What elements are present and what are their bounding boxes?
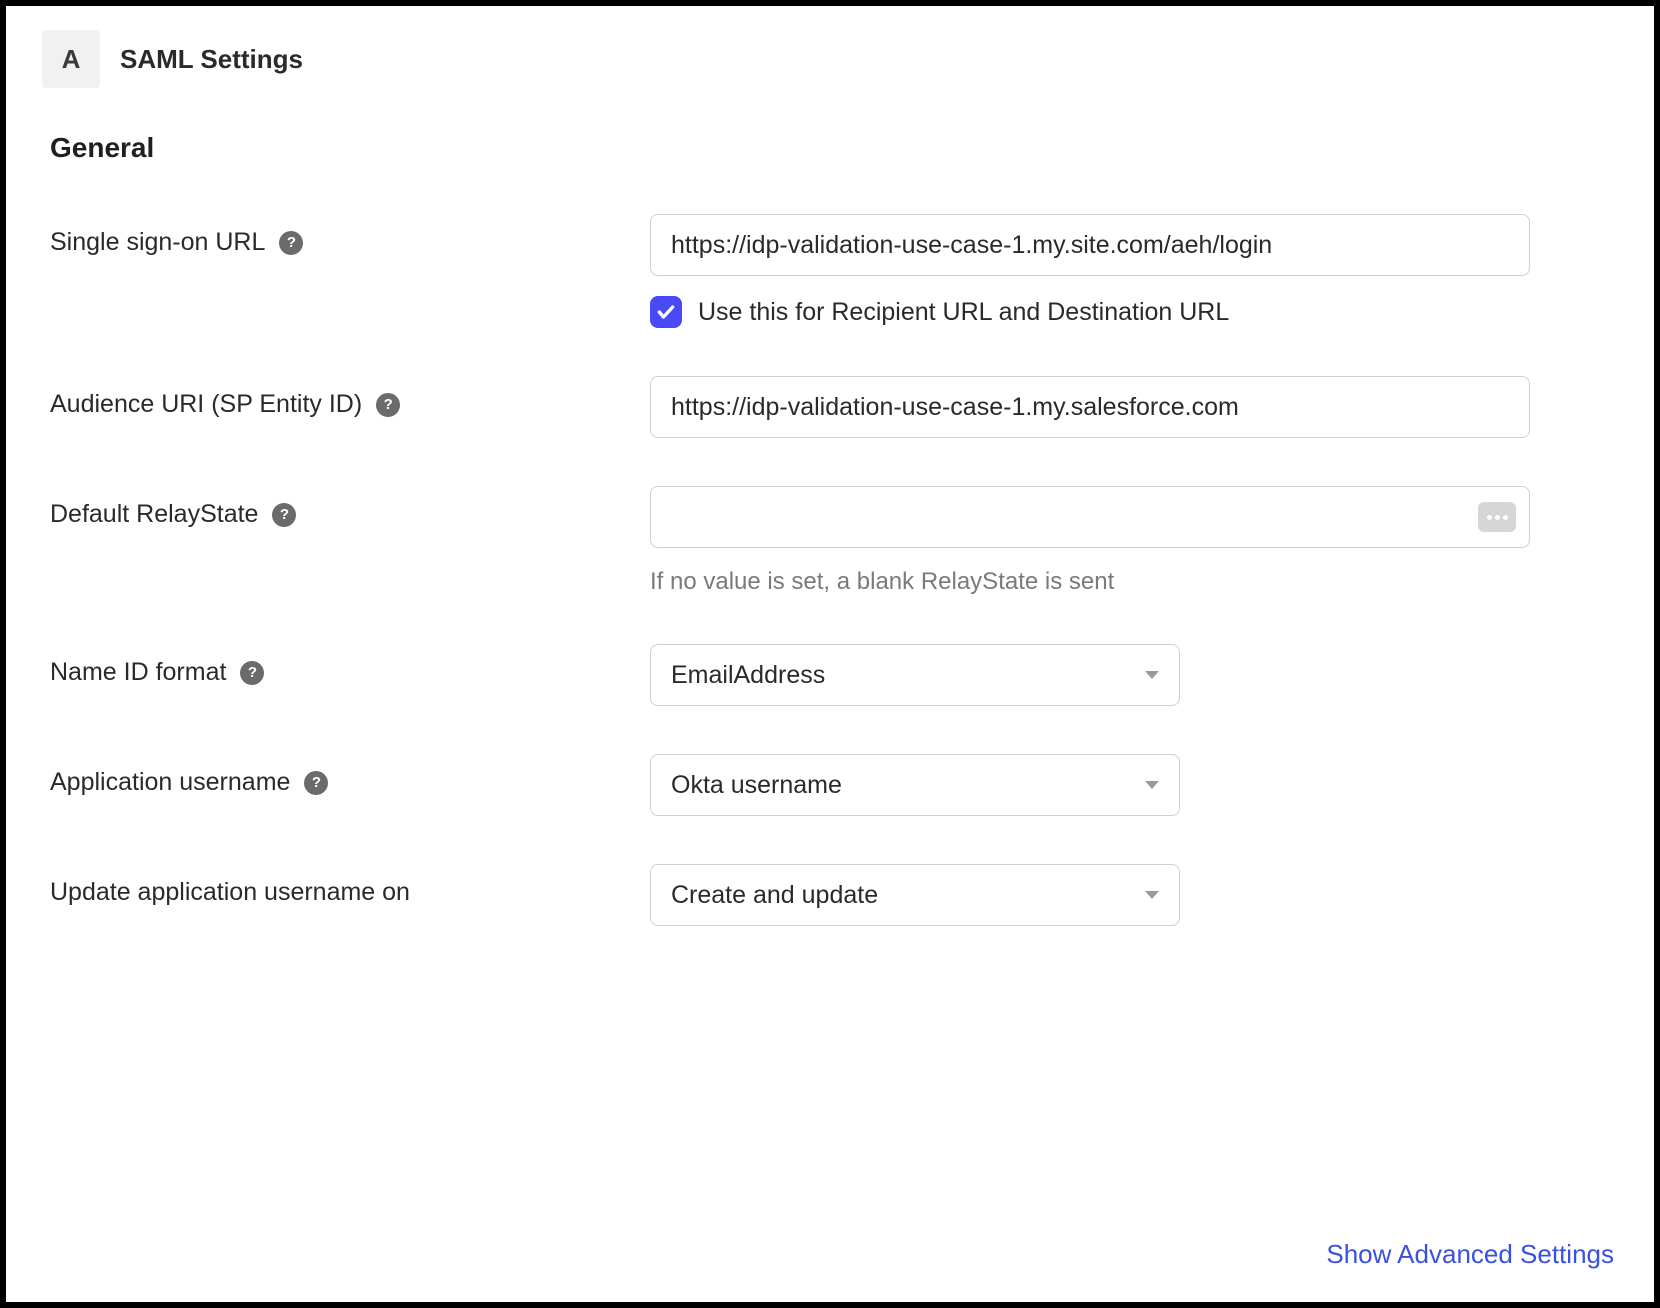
input-audience-uri[interactable] [650,376,1530,438]
label-relay-state: Default RelayState [50,500,258,529]
select-value: Create and update [671,881,878,910]
panel-header: A SAML Settings [42,30,1618,88]
help-icon[interactable]: ? [272,503,296,527]
row-relay-state: Default RelayState ? If no value is set,… [50,486,1618,596]
row-app-username: Application username ? Okta username [50,754,1618,816]
relay-state-more-button[interactable] [1478,502,1516,532]
help-icon[interactable]: ? [240,661,264,685]
label-name-id-format: Name ID format [50,658,226,687]
checkbox-label: Use this for Recipient URL and Destinati… [698,298,1229,327]
select-update-on[interactable]: Create and update [650,864,1180,926]
input-sso-url[interactable] [650,214,1530,276]
help-icon[interactable]: ? [279,231,303,255]
section-badge: A [42,30,100,88]
section-heading-general: General [50,132,1618,164]
show-advanced-settings-link[interactable]: Show Advanced Settings [1326,1239,1614,1270]
row-sso-url: Single sign-on URL ? Use this for Recipi… [50,214,1618,328]
checkbox-icon [650,296,682,328]
row-name-id-format: Name ID format ? EmailAddress [50,644,1618,706]
row-audience-uri: Audience URI (SP Entity ID) ? [50,376,1618,438]
select-app-username[interactable]: Okta username [650,754,1180,816]
label-app-username: Application username [50,768,290,797]
input-relay-state[interactable] [650,486,1530,548]
caret-down-icon [1145,671,1159,679]
label-sso-url: Single sign-on URL [50,228,265,257]
caret-down-icon [1145,891,1159,899]
saml-settings-panel: A SAML Settings General Single sign-on U… [6,6,1654,1302]
select-value: EmailAddress [671,661,825,690]
row-update-on: Update application username on Create an… [50,864,1618,926]
help-icon[interactable]: ? [304,771,328,795]
caret-down-icon [1145,781,1159,789]
select-value: Okta username [671,771,842,800]
helper-relay-state: If no value is set, a blank RelayState i… [650,568,1618,596]
checkbox-recipient-destination[interactable]: Use this for Recipient URL and Destinati… [650,296,1618,328]
help-icon[interactable]: ? [376,393,400,417]
label-audience-uri: Audience URI (SP Entity ID) [50,390,362,419]
label-update-on: Update application username on [50,878,410,907]
panel-title: SAML Settings [120,44,303,75]
select-name-id-format[interactable]: EmailAddress [650,644,1180,706]
